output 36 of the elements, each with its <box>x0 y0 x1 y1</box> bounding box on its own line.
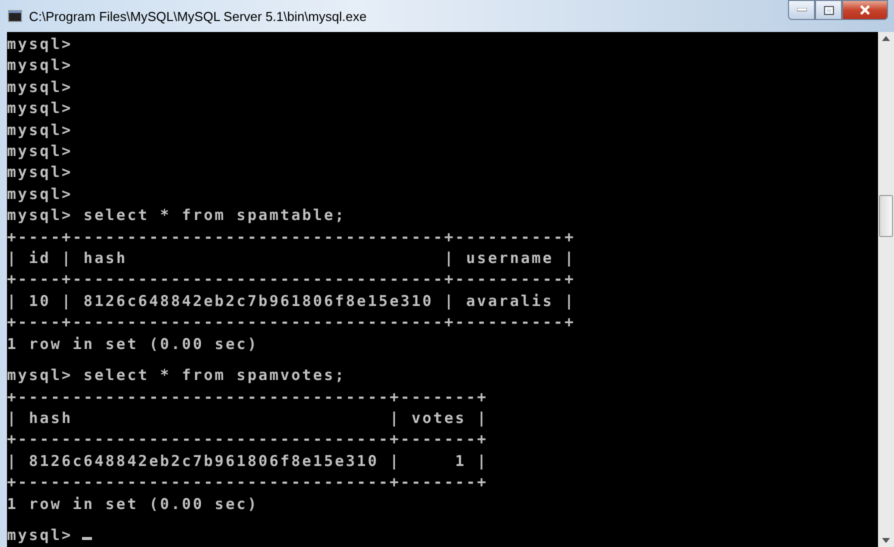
console-line: mysql> <box>7 55 73 76</box>
console-line: mysql> <box>7 162 73 184</box>
console-line: mysql> <box>7 141 73 162</box>
console-line: mysql> <box>7 184 73 205</box>
minimize-icon <box>796 8 806 12</box>
console-line: | 8126c648842eb2c7b961806f8e15e310 | 1 | <box>7 450 488 472</box>
console-icon <box>8 10 22 22</box>
console-line: mysql> select * from spamtable; <box>7 205 346 226</box>
console-line: | hash | votes | <box>7 408 488 429</box>
console-line: mysql> <box>7 76 73 98</box>
console-line: 1 row in set (0.00 sec) <box>7 334 258 355</box>
scrollbar-thumb[interactable] <box>879 195 893 237</box>
console-line: +----+----------------------------------+----------+ <box>7 269 576 290</box>
scrollbar[interactable] <box>878 32 894 547</box>
console-line: mysql> <box>7 120 73 141</box>
window-title: C:\Program Files\MySQL\MySQL Server 5.1\bin\mysql.exe <box>29 8 367 24</box>
console-line: +----+----------------------------------+----------+ <box>7 312 576 334</box>
console-line: mysql> <box>7 34 73 55</box>
text-cursor <box>82 536 92 540</box>
maximize-button[interactable] <box>815 0 842 20</box>
console-line: +----------------------------------+-------+ <box>7 386 488 408</box>
close-button[interactable] <box>842 0 888 20</box>
scroll-up-icon[interactable] <box>882 36 890 41</box>
minimize-button[interactable] <box>788 0 815 20</box>
console-line: mysql> select * from spamvotes; <box>7 365 346 386</box>
console-line: +----------------------------------+-------+ <box>7 472 488 494</box>
maximize-icon <box>824 6 834 14</box>
close-icon <box>859 5 871 15</box>
console-line: | id | hash | username | <box>7 248 576 270</box>
console-line: | 10 | 8126c648842eb2c7b961806f8e15e310 | avaralis | <box>7 290 576 312</box>
console-line: +----------------------------------+-------+ <box>7 429 488 450</box>
scroll-down-icon[interactable] <box>882 538 890 543</box>
console-line: mysql> <box>7 98 73 120</box>
console-line: +----+----------------------------------+----------+ <box>7 226 576 248</box>
console-line: 1 row in set (0.00 sec) <box>7 494 258 515</box>
console-line: mysql> <box>7 524 73 546</box>
